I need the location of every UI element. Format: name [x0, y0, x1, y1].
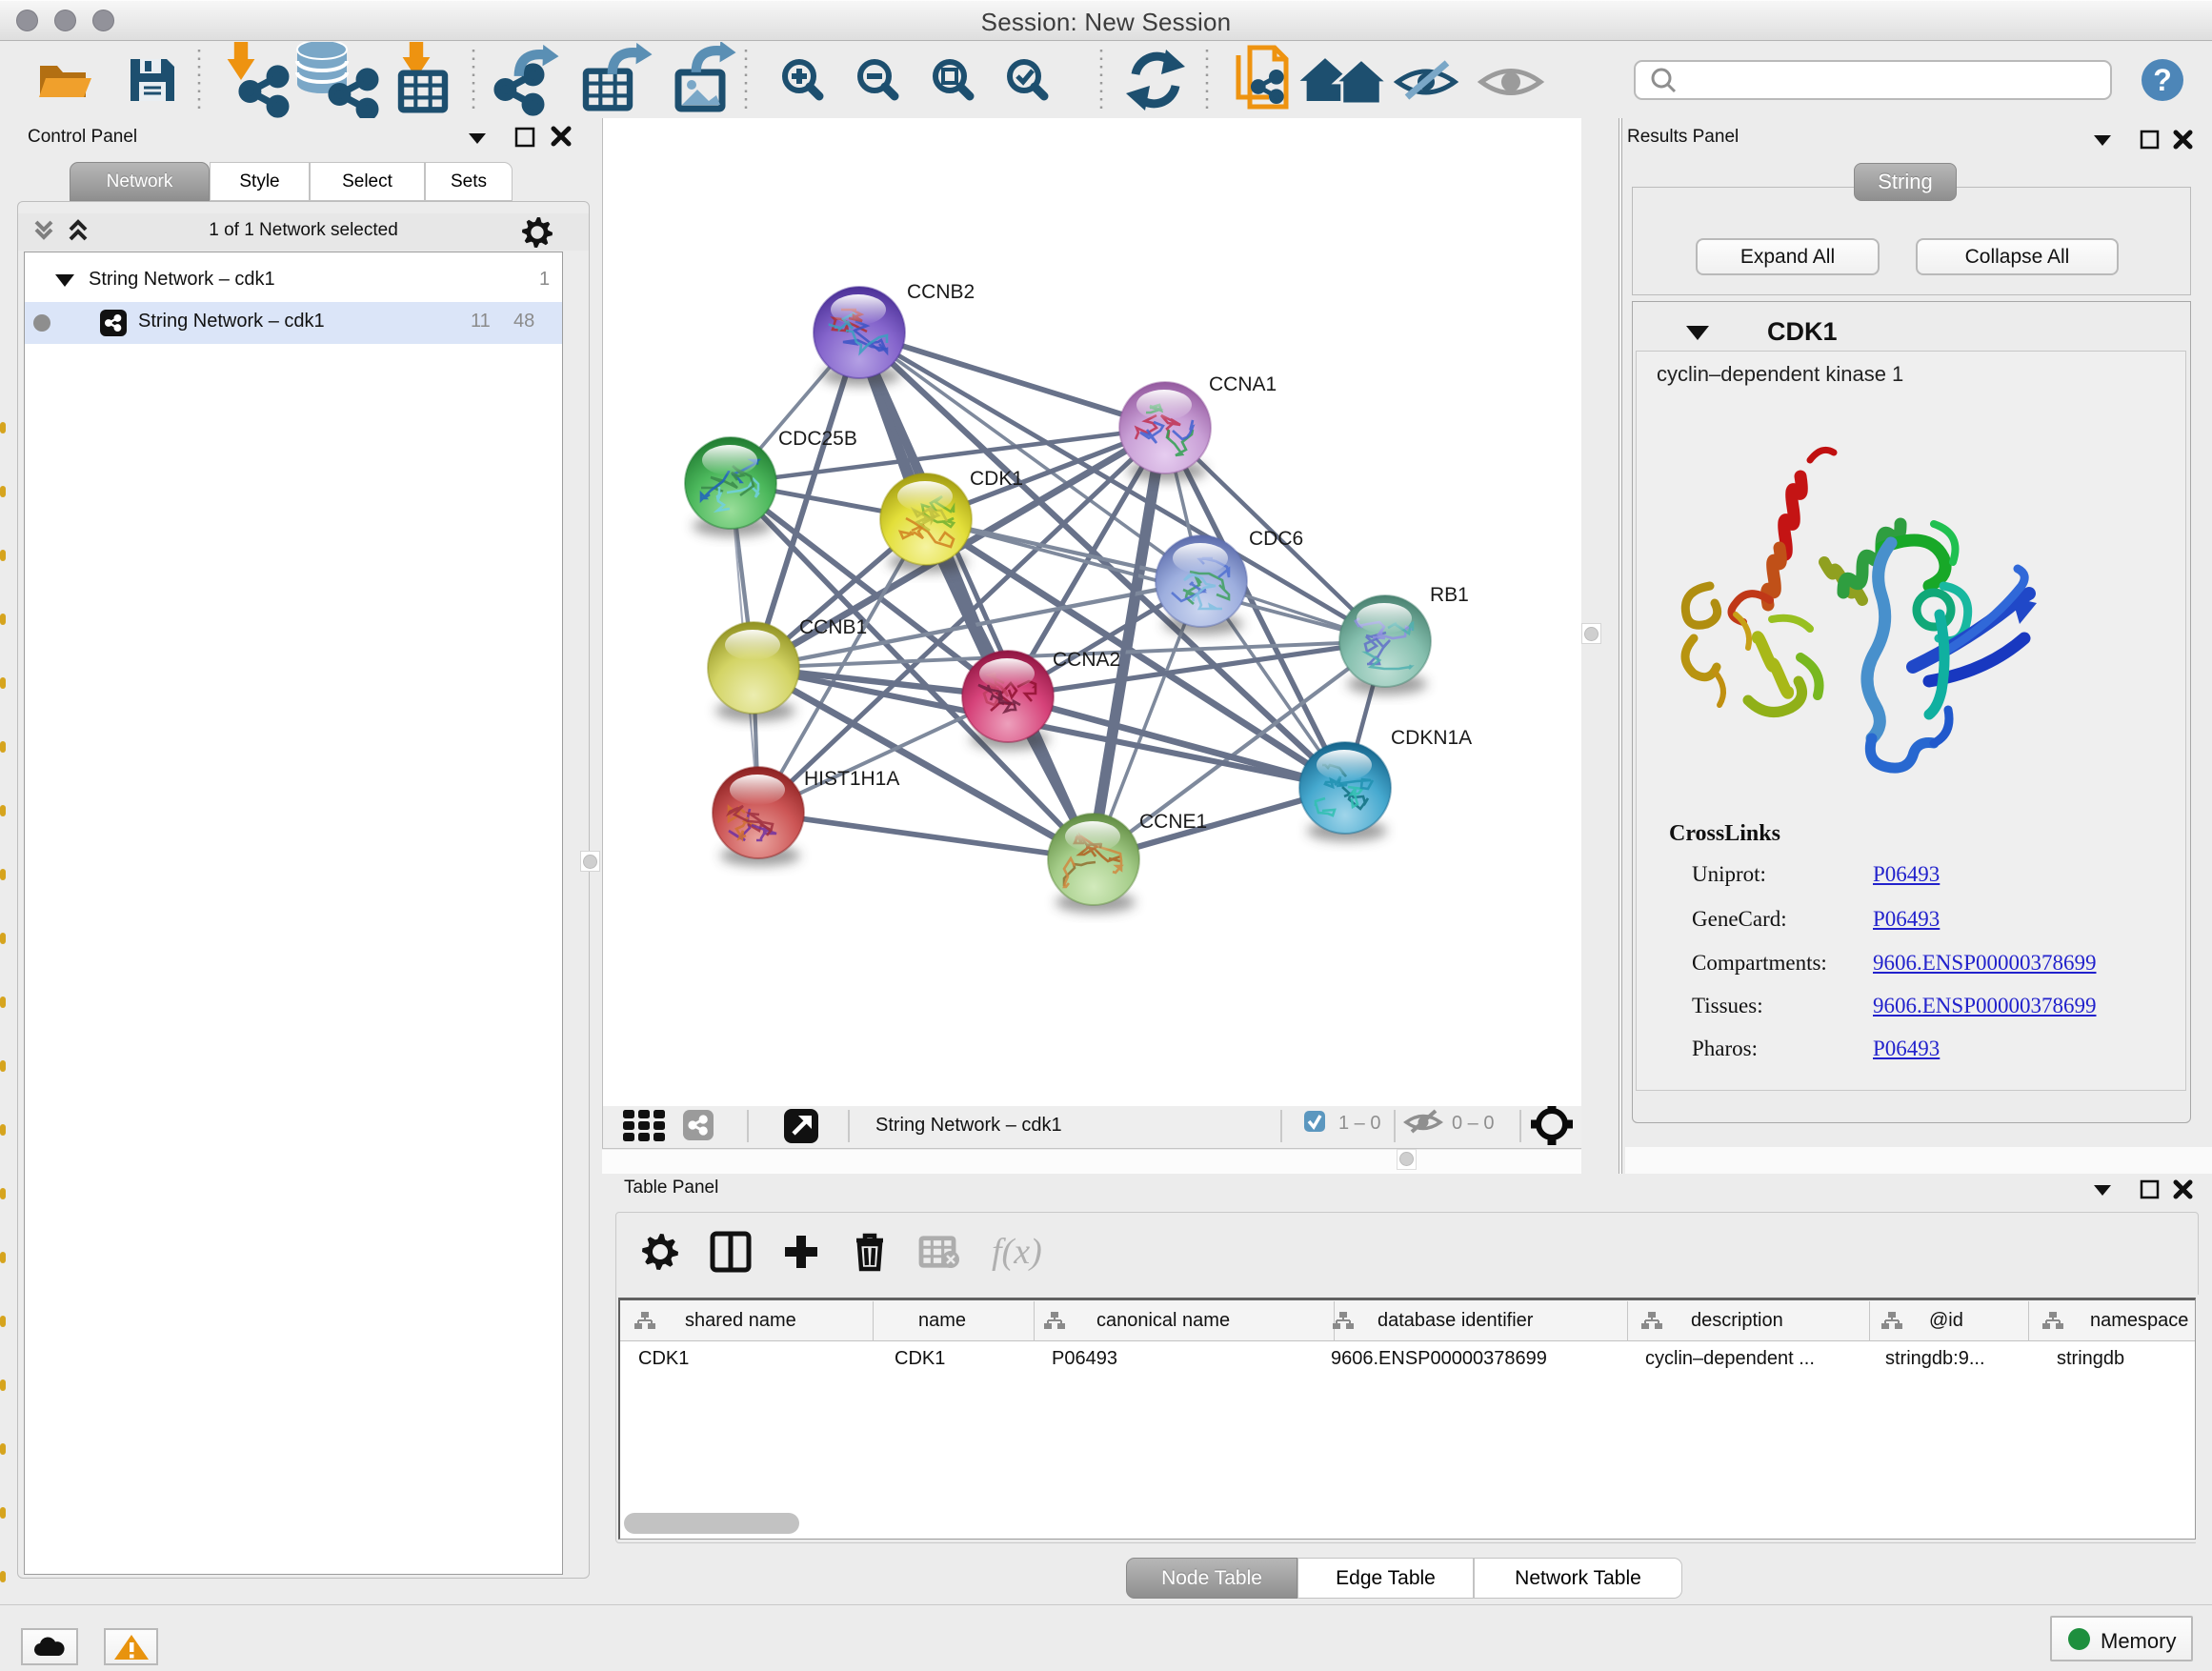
svg-text:CCNB2: CCNB2: [907, 281, 975, 303]
svg-text:CCNA2: CCNA2: [1053, 649, 1120, 671]
svg-text:RB1: RB1: [1430, 584, 1469, 606]
svg-text:String Network – cdk1: String Network – cdk1: [875, 1115, 1062, 1136]
svg-text:CDKN1A: CDKN1A: [1391, 727, 1472, 749]
svg-text:CCNB1: CCNB1: [799, 616, 867, 638]
svg-text:CDC6: CDC6: [1249, 528, 1303, 550]
svg-text:1 – 0: 1 – 0: [1338, 1113, 1380, 1134]
svg-text:0 – 0: 0 – 0: [1452, 1113, 1494, 1134]
svg-text:CDK1: CDK1: [970, 468, 1023, 490]
svg-text:?: ?: [2153, 63, 2172, 97]
svg-text:CCNA1: CCNA1: [1209, 373, 1277, 395]
svg-text:CDC25B: CDC25B: [778, 428, 857, 450]
svg-text:f(x): f(x): [992, 1232, 1042, 1272]
svg-text:CCNE1: CCNE1: [1139, 811, 1207, 833]
svg-text:HIST1H1A: HIST1H1A: [804, 768, 899, 790]
